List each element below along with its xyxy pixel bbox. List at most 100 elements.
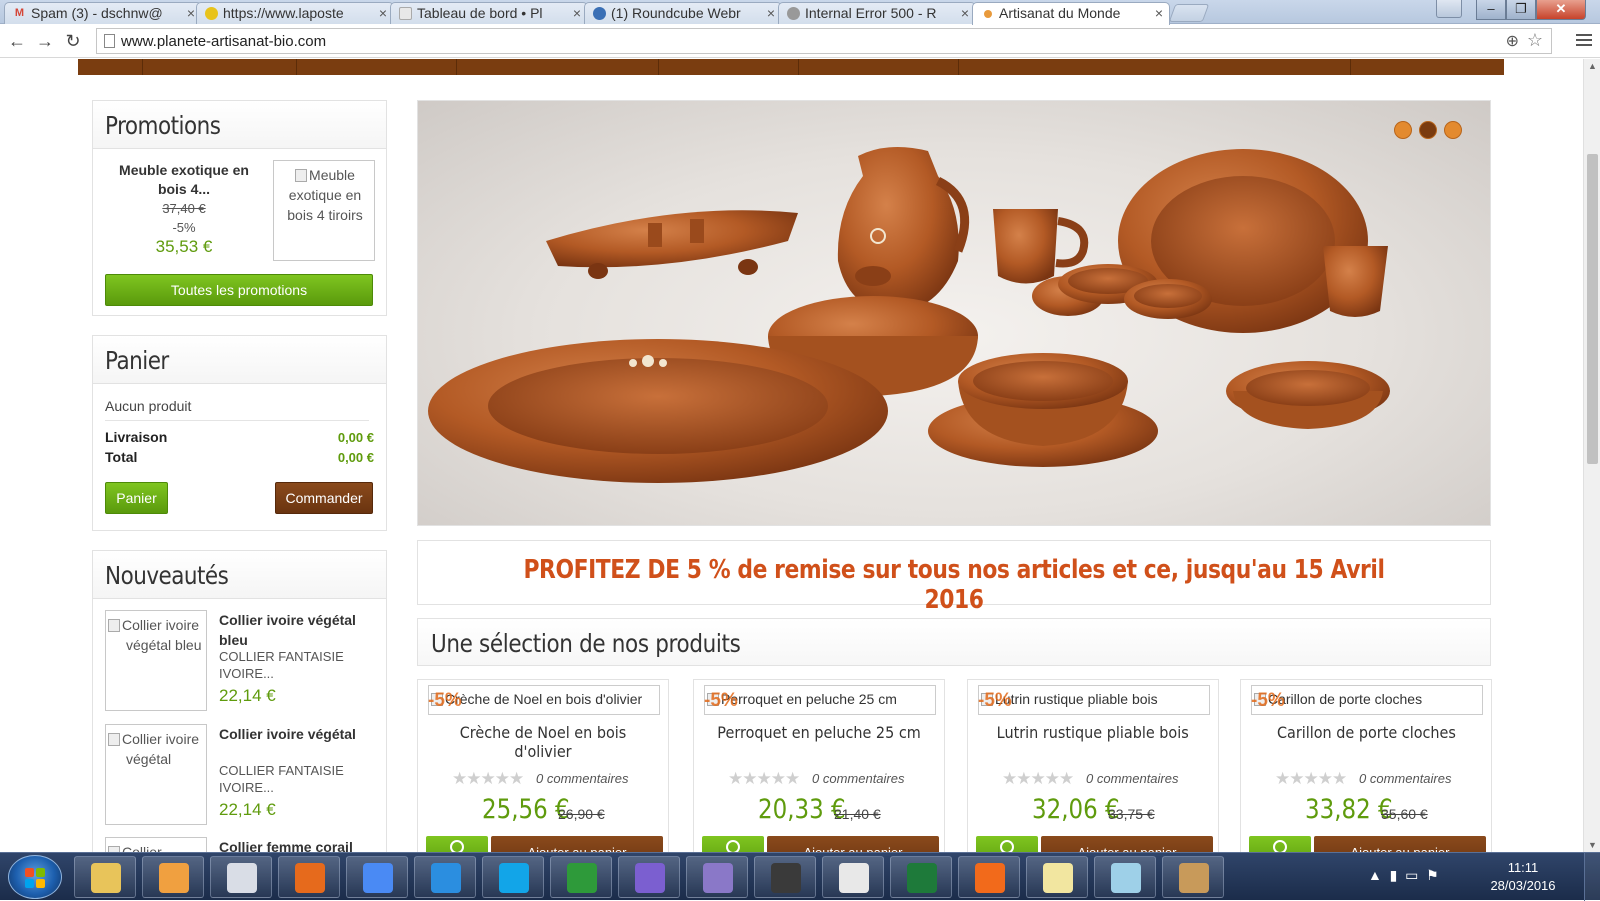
add-to-cart-button[interactable]: Ajouter au panier (1314, 836, 1486, 852)
slider-dot-1[interactable] (1394, 121, 1412, 139)
hero-slider[interactable] (417, 100, 1491, 526)
url-text[interactable]: www.planete-artisanat-bio.com (121, 33, 326, 50)
laposte-icon (205, 7, 218, 20)
news-product-name[interactable]: Collier ivoire végétal bleu (219, 610, 375, 650)
taskbar-app-button[interactable] (618, 856, 680, 898)
maximize-button[interactable]: ❐ (1506, 0, 1536, 20)
taskbar-app-button[interactable] (278, 856, 340, 898)
product-card[interactable]: Perroquet en peluche 25 cm -5% Perroquet… (693, 679, 945, 852)
close-tab-icon[interactable]: × (187, 5, 195, 21)
quick-view-button[interactable] (702, 836, 764, 852)
comment-count[interactable]: 0 commentaires (1086, 771, 1178, 786)
comment-count[interactable]: 0 commentaires (1359, 771, 1451, 786)
product-card[interactable]: Lutrin rustique pliable bois -5% Lutrin … (967, 679, 1219, 852)
order-button[interactable]: Commander (275, 482, 373, 514)
comment-count[interactable]: 0 commentaires (536, 771, 628, 786)
close-tab-icon[interactable]: × (961, 5, 969, 21)
taskbar-app-button[interactable] (550, 856, 612, 898)
product-image[interactable]: Crèche de Noel en bois d'olivier (428, 685, 660, 715)
tab-artisanat[interactable]: Artisanat du Monde × (972, 2, 1170, 25)
scroll-up-icon[interactable]: ▲ (1588, 61, 1597, 71)
new-tab-button[interactable] (1168, 4, 1210, 22)
show-desktop-button[interactable] (1584, 853, 1600, 901)
product-name[interactable]: Carillon de porte cloches (1241, 723, 1491, 742)
slider-dot-3[interactable] (1444, 121, 1462, 139)
taskbar-app-button[interactable] (958, 856, 1020, 898)
taskbar-app-button[interactable] (754, 856, 816, 898)
zoom-icon[interactable]: ⊕ (1506, 31, 1519, 51)
product-name[interactable]: Crèche de Noel en bois d'olivier (418, 723, 668, 761)
close-tab-icon[interactable]: × (379, 5, 387, 21)
taskbar-app-button[interactable] (1094, 856, 1156, 898)
list-item[interactable]: Collier ivoire végétal Collier ivoire vé… (105, 724, 371, 828)
all-promotions-button[interactable]: Toutes les promotions (105, 274, 373, 306)
product-card[interactable]: Carillon de porte cloches -5% Carillon d… (1240, 679, 1492, 852)
comment-count[interactable]: 0 commentaires (812, 771, 904, 786)
taskbar-app-button[interactable] (210, 856, 272, 898)
tab-laposte[interactable]: https://www.laposte × (196, 2, 394, 24)
quick-view-button[interactable] (1249, 836, 1311, 852)
news-product-image[interactable]: Collier ivoire végétal (105, 724, 207, 825)
tab-label: https://www.laposte (223, 5, 344, 21)
product-name[interactable]: Perroquet en peluche 25 cm (694, 723, 944, 742)
tab-error[interactable]: Internal Error 500 - R × (778, 2, 976, 24)
cart-button[interactable]: Panier (105, 482, 168, 514)
taskbar-app-button[interactable] (822, 856, 884, 898)
taskbar-app-button[interactable] (1162, 856, 1224, 898)
news-product-image[interactable]: Collier (105, 837, 207, 852)
taskbar-app-button[interactable] (1026, 856, 1088, 898)
product-image[interactable]: Carillon de porte cloches (1251, 685, 1483, 715)
start-button[interactable] (8, 855, 62, 899)
add-to-cart-button[interactable]: Ajouter au panier (491, 836, 663, 852)
close-tab-icon[interactable]: × (573, 5, 581, 21)
news-product-image[interactable]: Collier ivoire végétal bleu (105, 610, 207, 711)
tab-gmail[interactable]: M Spam (3) - dschnw@ × (4, 2, 202, 24)
page-icon (104, 34, 115, 48)
taskbar-app-button[interactable] (686, 856, 748, 898)
tab-dashboard[interactable]: Tableau de bord • Pl × (390, 2, 588, 24)
taskbar-app-button[interactable] (414, 856, 476, 898)
page-scrollbar[interactable]: ▲ ▼ (1583, 59, 1600, 852)
close-tab-icon[interactable]: × (767, 5, 775, 21)
scrollbar-thumb[interactable] (1587, 154, 1598, 464)
quick-view-button[interactable] (976, 836, 1038, 852)
list-item[interactable]: Collier Collier femme corail (105, 837, 371, 852)
product-name[interactable]: Lutrin rustique pliable bois (968, 723, 1218, 742)
news-product-name[interactable]: Collier ivoire végétal (219, 724, 375, 744)
close-tab-icon[interactable]: × (1155, 5, 1163, 21)
system-tray[interactable]: ▲ ▮ ▭ ⚑ (1368, 867, 1439, 884)
add-to-cart-button[interactable]: Ajouter au panier (767, 836, 939, 852)
discount-badge: -5% (978, 690, 1012, 711)
taskbar-app-button[interactable] (142, 856, 204, 898)
minimize-button[interactable]: – (1476, 0, 1506, 20)
reload-icon[interactable]: ↻ (62, 30, 84, 52)
taskbar-clock[interactable]: 11:11 28/03/2016 (1488, 859, 1558, 895)
scroll-down-icon[interactable]: ▼ (1588, 840, 1597, 850)
discount-badge: -5% (1251, 690, 1285, 711)
quick-view-button[interactable] (426, 836, 488, 852)
close-window-button[interactable]: ✕ (1536, 0, 1586, 20)
taskbar-app-button[interactable] (74, 856, 136, 898)
product-card[interactable]: Crèche de Noel en bois d'olivier -5% Crè… (417, 679, 669, 852)
forward-icon[interactable]: → (34, 30, 56, 52)
slider-dot-2[interactable] (1419, 121, 1437, 139)
address-bar[interactable]: www.planete-artisanat-bio.com ⊕ ☆ (96, 28, 1552, 54)
taskbar-app-button[interactable] (890, 856, 952, 898)
cart-empty-text: Aucun produit (105, 398, 192, 414)
news-product-name[interactable]: Collier femme corail (219, 837, 375, 852)
tab-roundcube[interactable]: (1) Roundcube Webr × (584, 2, 782, 24)
broken-image-icon (108, 733, 120, 746)
product-image[interactable]: Perroquet en peluche 25 cm (704, 685, 936, 715)
add-to-cart-button[interactable]: Ajouter au panier (1041, 836, 1213, 852)
list-item[interactable]: Collier ivoire végétal bleu Collier ivoi… (105, 610, 371, 714)
bookmark-star-icon[interactable]: ☆ (1527, 30, 1543, 51)
user-profile-button[interactable] (1436, 0, 1462, 18)
back-icon[interactable]: ← (6, 30, 28, 52)
taskbar-app-button[interactable] (346, 856, 408, 898)
promo-product-name[interactable]: Meuble exotique en bois 4... (109, 161, 259, 199)
site-top-menu[interactable] (78, 59, 1504, 75)
taskbar-app-button[interactable] (482, 856, 544, 898)
browser-menu-icon[interactable] (1576, 31, 1592, 47)
product-image[interactable]: Lutrin rustique pliable bois (978, 685, 1210, 715)
promo-product-image[interactable]: Meuble exotique en bois 4 tiroirs (273, 160, 375, 261)
